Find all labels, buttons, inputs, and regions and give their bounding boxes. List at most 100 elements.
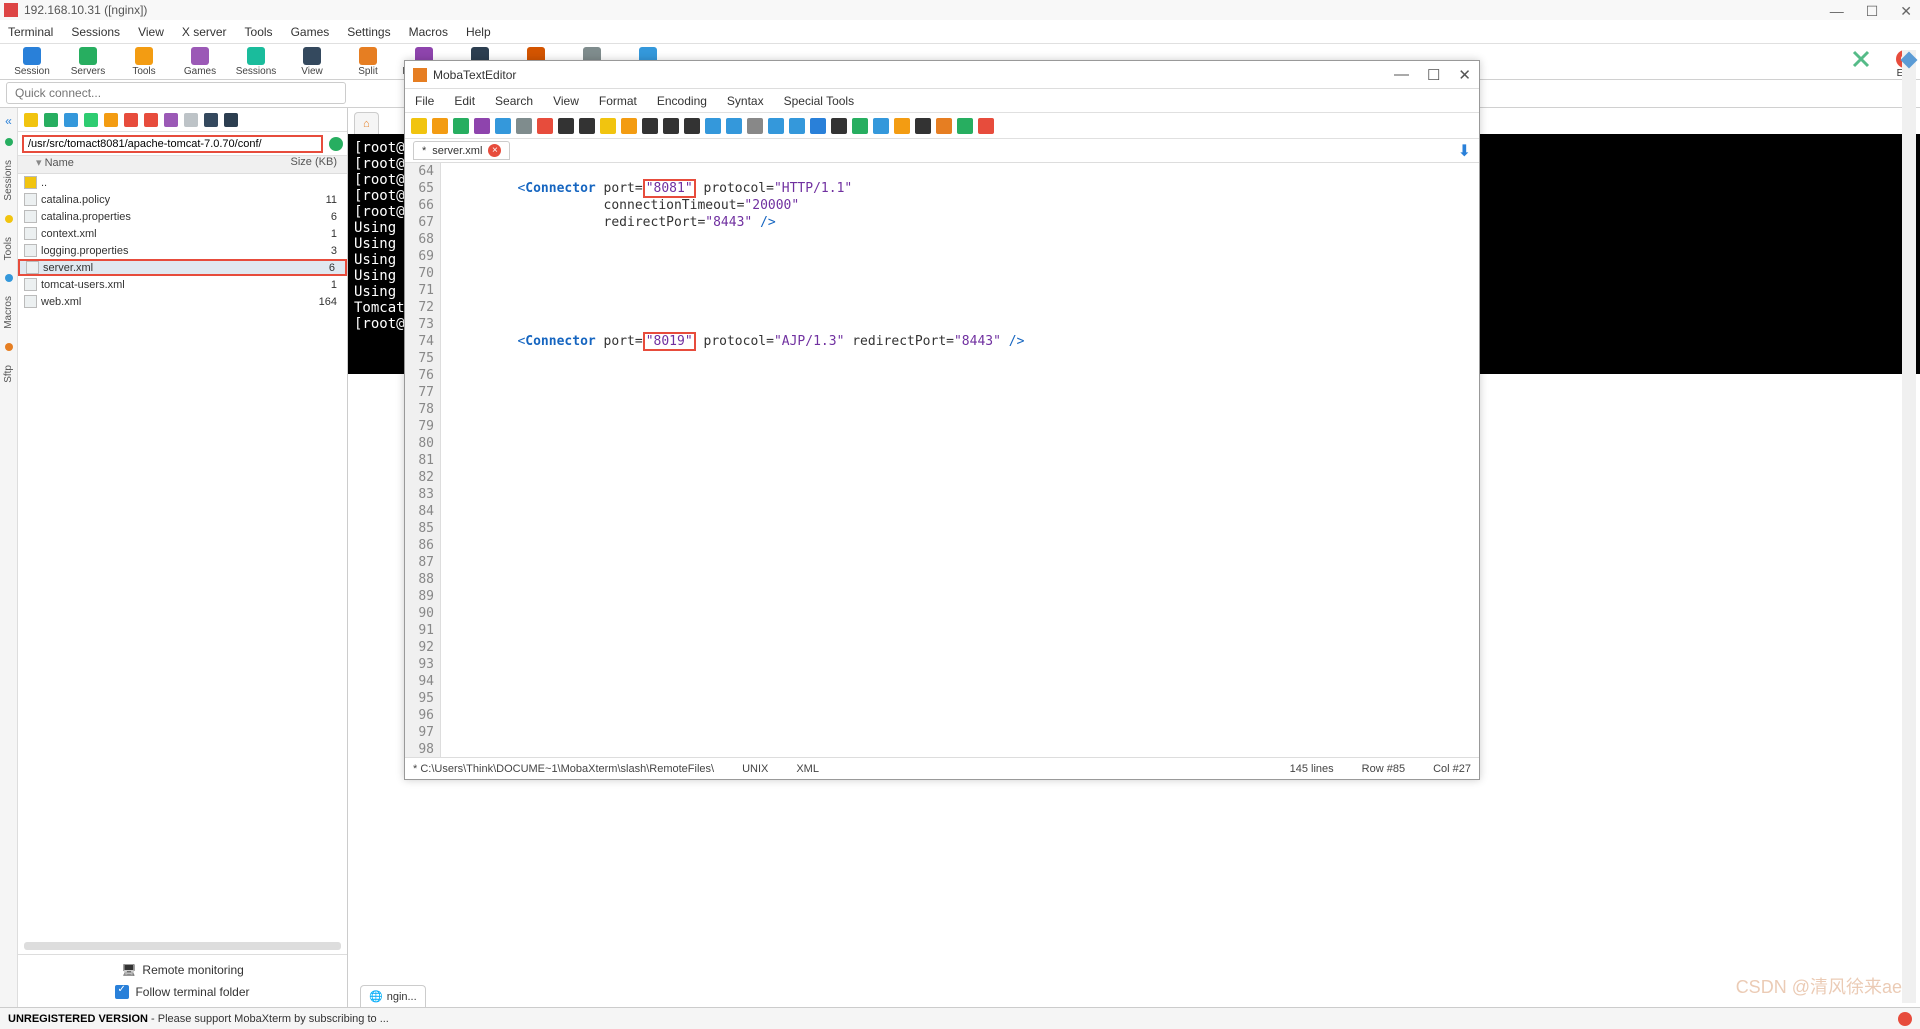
editor-tool-0[interactable] <box>411 118 427 134</box>
maximize-button[interactable]: ☐ <box>1866 3 1879 20</box>
file-row[interactable]: context.xml1 <box>18 225 347 242</box>
editor-tool-24[interactable] <box>915 118 931 134</box>
menu-xserver[interactable]: X server <box>182 25 227 39</box>
editor-title-bar[interactable]: MobaTextEditor — ☐ ✕ <box>405 61 1479 89</box>
editor-tool-16[interactable] <box>747 118 763 134</box>
editor-tool-5[interactable] <box>516 118 532 134</box>
side-tab-sftp[interactable]: Sftp <box>3 361 14 387</box>
refresh-icon[interactable] <box>84 113 98 127</box>
toolbar-view[interactable]: View <box>286 47 338 77</box>
editor-minimize-button[interactable]: — <box>1394 66 1409 84</box>
editor-tool-21[interactable] <box>852 118 868 134</box>
editor-tool-22[interactable] <box>873 118 889 134</box>
menu-macros[interactable]: Macros <box>409 25 448 39</box>
editor-close-button[interactable]: ✕ <box>1458 66 1471 84</box>
remote-monitoring-button[interactable]: 🖥 Remote monitoring <box>121 963 244 977</box>
xserver-icon[interactable] <box>1852 50 1870 68</box>
menu-settings[interactable]: Settings <box>347 25 390 39</box>
editor-tool-10[interactable] <box>621 118 637 134</box>
editor-tool-9[interactable] <box>600 118 616 134</box>
stop-icon[interactable] <box>144 113 158 127</box>
status-error-icon[interactable] <box>1898 1012 1912 1026</box>
menu-terminal[interactable]: Terminal <box>8 25 53 39</box>
toolbar-games[interactable]: Games <box>174 47 226 77</box>
download-icon[interactable] <box>44 113 58 127</box>
file-row[interactable]: catalina.policy11 <box>18 191 347 208</box>
file-row[interactable]: logging.properties3 <box>18 242 347 259</box>
editor-tool-26[interactable] <box>957 118 973 134</box>
editor-menu-file[interactable]: File <box>415 94 434 108</box>
session-tab-nginx[interactable]: 🌐 ngin... <box>360 985 426 1007</box>
file-row[interactable]: .. <box>18 174 347 191</box>
editor-menu-search[interactable]: Search <box>495 94 533 108</box>
editor-tool-7[interactable] <box>558 118 574 134</box>
menu-tools[interactable]: Tools <box>245 25 273 39</box>
menu-view[interactable]: View <box>138 25 164 39</box>
new-folder-icon[interactable] <box>104 113 118 127</box>
editor-tool-4[interactable] <box>495 118 511 134</box>
menu-games[interactable]: Games <box>291 25 330 39</box>
edit-icon[interactable] <box>164 113 178 127</box>
sftp-path-input[interactable] <box>22 135 323 153</box>
editor-tool-8[interactable] <box>579 118 595 134</box>
delete-icon[interactable] <box>124 113 138 127</box>
editor-menu-special[interactable]: Special Tools <box>784 94 855 108</box>
col-size[interactable]: Size (KB) <box>238 156 347 173</box>
editor-menu-edit[interactable]: Edit <box>454 94 475 108</box>
col-name[interactable]: Name <box>45 157 74 169</box>
scrollbar-horizontal[interactable] <box>24 942 341 950</box>
props-icon[interactable] <box>204 113 218 127</box>
side-tab-macros[interactable]: Macros <box>3 292 14 333</box>
clip-icon[interactable] <box>1901 52 1918 69</box>
menu-help[interactable]: Help <box>466 25 491 39</box>
editor-menu-format[interactable]: Format <box>599 94 637 108</box>
editor-tool-27[interactable] <box>978 118 994 134</box>
folder-icon[interactable] <box>24 113 38 127</box>
upload-icon[interactable] <box>64 113 78 127</box>
editor-tool-17[interactable] <box>768 118 784 134</box>
file-row[interactable]: tomcat-users.xml1 <box>18 276 347 293</box>
close-button[interactable]: ✕ <box>1900 3 1912 20</box>
menu-sessions[interactable]: Sessions <box>71 25 120 39</box>
editor-tool-12[interactable] <box>663 118 679 134</box>
editor-tool-15[interactable] <box>726 118 742 134</box>
editor-tool-18[interactable] <box>789 118 805 134</box>
editor-scroll-down-icon[interactable]: ⬇ <box>1458 141 1471 161</box>
editor-tool-23[interactable] <box>894 118 910 134</box>
editor-tool-14[interactable] <box>705 118 721 134</box>
editor-menu-encoding[interactable]: Encoding <box>657 94 707 108</box>
terminal-icon[interactable] <box>224 113 238 127</box>
editor-tool-19[interactable] <box>810 118 826 134</box>
editor-tab-serverxml[interactable]: * server.xml × <box>413 141 510 160</box>
file-row[interactable]: catalina.properties6 <box>18 208 347 225</box>
editor-tool-25[interactable] <box>936 118 952 134</box>
home-tab[interactable]: ⌂ <box>354 112 379 134</box>
code-editor[interactable]: 64 65 66 67 68 69 70 71 72 73 74 75 76 7… <box>405 163 1479 757</box>
toolbar-servers[interactable]: Servers <box>62 47 114 77</box>
close-tab-icon[interactable]: × <box>488 144 501 157</box>
editor-tool-2[interactable] <box>453 118 469 134</box>
file-row[interactable]: server.xml6 <box>18 259 347 276</box>
toolbar-tools[interactable]: Tools <box>118 47 170 77</box>
editor-tool-1[interactable] <box>432 118 448 134</box>
editor-tool-11[interactable] <box>642 118 658 134</box>
minimize-button[interactable]: — <box>1830 3 1844 20</box>
follow-terminal-checkbox[interactable]: Follow terminal folder <box>115 985 249 999</box>
editor-maximize-button[interactable]: ☐ <box>1427 66 1440 84</box>
toolbar-sessions[interactable]: Sessions <box>230 47 282 77</box>
editor-tool-13[interactable] <box>684 118 700 134</box>
toolbar-session[interactable]: Session <box>6 47 58 77</box>
editor-tool-3[interactable] <box>474 118 490 134</box>
code-content[interactable]: <Connector port="8081" protocol="HTTP/1.… <box>441 163 1479 757</box>
editor-menu-syntax[interactable]: Syntax <box>727 94 764 108</box>
file-row[interactable]: web.xml164 <box>18 293 347 310</box>
editor-tool-20[interactable] <box>831 118 847 134</box>
view-icon[interactable] <box>184 113 198 127</box>
toolbar-split[interactable]: Split <box>342 47 394 77</box>
quick-connect-input[interactable] <box>6 82 346 104</box>
side-tab-tools[interactable]: Tools <box>3 233 14 264</box>
editor-menu-view[interactable]: View <box>553 94 579 108</box>
editor-tool-6[interactable] <box>537 118 553 134</box>
servers-icon <box>79 47 97 65</box>
side-tab-sessions[interactable]: Sessions <box>3 156 14 205</box>
